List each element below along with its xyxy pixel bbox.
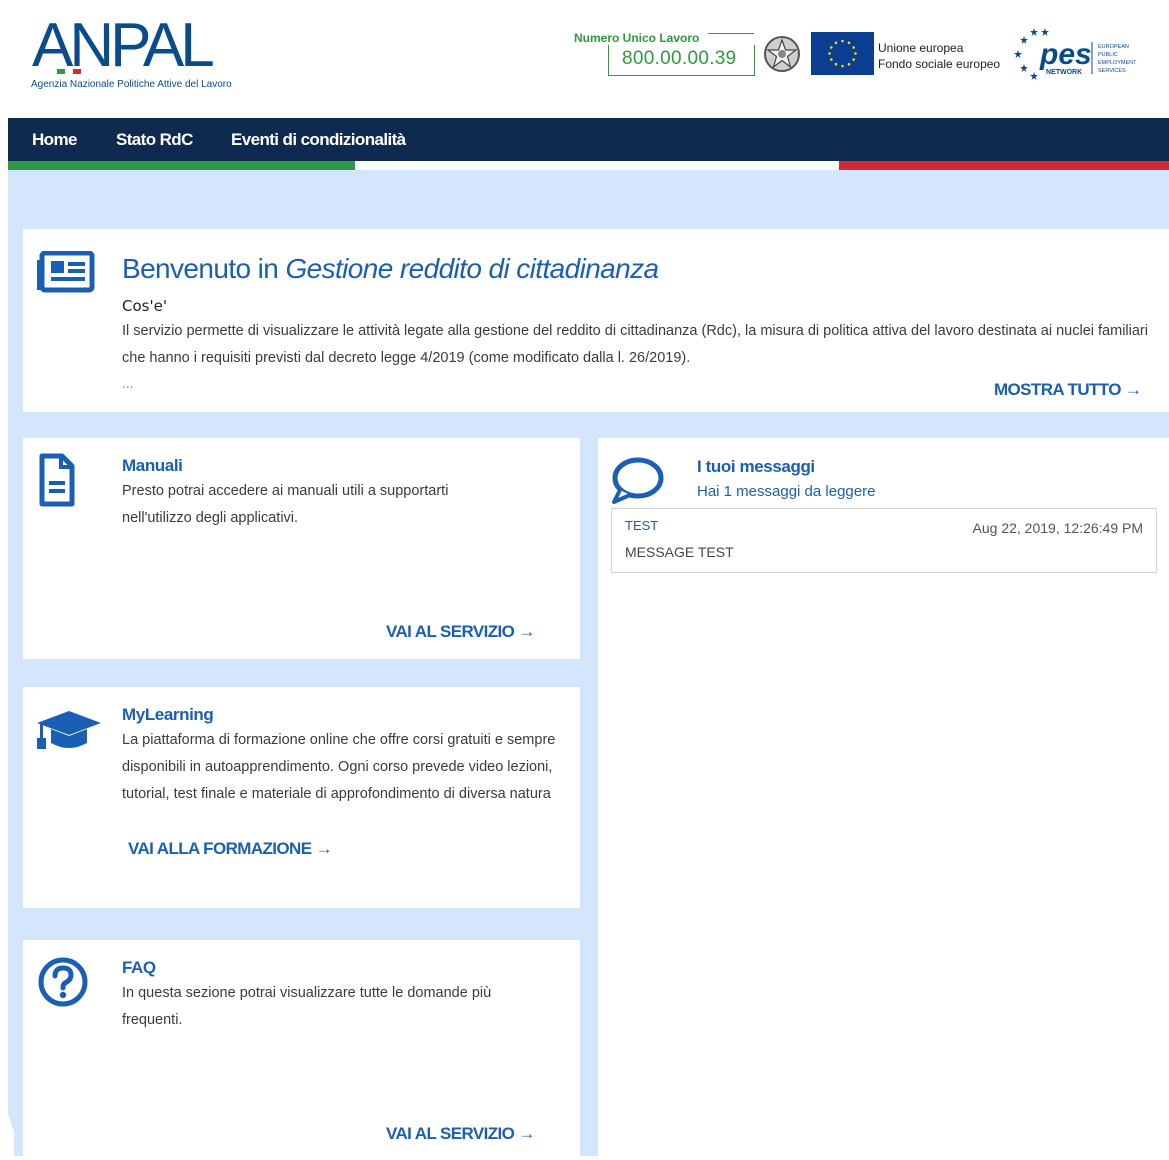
mylearning-description: La piattaforma di formazione online che … — [122, 732, 556, 802]
message-body: MESSAGE TEST — [625, 544, 734, 560]
mostra-tutto-link[interactable]: MOSTRA TUTTO → — [994, 380, 1142, 400]
mylearning-title: MyLearning — [122, 705, 214, 724]
eu-line-2: Fondo sociale europeo — [878, 57, 1001, 71]
message-subject: TEST — [625, 518, 659, 533]
messages-card: I tuoi messaggi Hai 1 messaggi da legger… — [598, 438, 1169, 1156]
nav-stato-rdc[interactable]: Stato RdC — [116, 130, 193, 150]
welcome-title: Benvenuto in Gestione reddito di cittadi… — [122, 253, 659, 285]
message-date: Aug 22, 2019, 12:26:49 PM — [972, 520, 1143, 536]
welcome-description: Il servizio permette di visualizzare le … — [122, 323, 1148, 366]
numero-frame-line — [708, 33, 754, 34]
eu-label: Unione europea Fondo sociale europeo — [878, 40, 1000, 72]
manuali-title: Manuali — [122, 456, 183, 475]
pes-logo-text: pes — [1039, 38, 1092, 71]
welcome-card: Benvenuto in Gestione reddito di cittadi… — [23, 229, 1169, 412]
logo-letters: ANPAL — [32, 12, 213, 76]
tricolore-white — [355, 161, 839, 170]
welcome-title-service: Gestione reddito di cittadinanza — [285, 253, 659, 284]
welcome-subtitle: Cos'e' — [122, 297, 167, 315]
question-mark-icon — [37, 956, 89, 1012]
manuali-card: Manuali Presto potrai accedere ai manual… — [23, 438, 580, 659]
faq-description: In questa sezione potrai visualizzare tu… — [122, 985, 492, 1028]
messages-title: I tuoi messaggi — [697, 457, 815, 476]
faq-vai-al-servizio-link[interactable]: VAI AL SERVIZIO → — [386, 1124, 535, 1144]
vai-alla-formazione-link[interactable]: VAI ALLA FORMAZIONE → — [128, 839, 333, 859]
faq-card: FAQ In questa sezione potrai visualizzar… — [23, 940, 580, 1156]
eu-flag-icon — [811, 32, 874, 75]
document-icon — [38, 452, 76, 514]
anpal-logo[interactable]: ANPAL Agenzia Nazionale Politiche Attive… — [30, 12, 290, 92]
nav-home[interactable]: Home — [32, 130, 77, 150]
newspaper-icon — [37, 250, 95, 297]
welcome-ellipsis: ... — [122, 377, 134, 391]
pes-side-4: SERVICES — [1098, 68, 1126, 74]
speech-bubble-icon — [610, 456, 666, 510]
manuali-vai-al-servizio-link[interactable]: VAI AL SERVIZIO → — [386, 622, 535, 642]
tricolore-red — [839, 161, 1169, 170]
svg-text:EUROPEAN PUBLIC: EUROPEAN PUBLIC EMPLOYMENT SERVICES — [1098, 44, 1138, 74]
message-item[interactable]: TEST Aug 22, 2019, 12:26:49 PM MESSAGE T… — [611, 508, 1157, 573]
numero-label: Numero Unico Lavoro — [574, 31, 700, 45]
italian-emblem-icon — [762, 32, 802, 76]
main-nav: Home Stato RdC Eventi di condizionalità — [8, 118, 1169, 161]
numero-value: 800.00.00.39 — [622, 48, 737, 69]
tricolore-green — [8, 161, 355, 170]
tricolore-bar — [8, 161, 1169, 170]
faq-title: FAQ — [122, 958, 156, 977]
pes-side-2: PUBLIC — [1098, 52, 1118, 58]
graduation-cap-icon — [35, 709, 103, 757]
mylearning-card: MyLearning La piattaforma di formazione … — [23, 687, 580, 908]
pes-network-logo[interactable]: pes NETWORK EUROPEAN PUBLIC EMPLOYMENT S… — [1012, 26, 1162, 82]
welcome-title-prefix: Benvenuto in — [122, 253, 286, 284]
pes-network-text: NETWORK — [1046, 69, 1082, 76]
site-header: ANPAL Agenzia Nazionale Politiche Attive… — [0, 0, 1169, 118]
nav-eventi-condizionalita[interactable]: Eventi di condizionalità — [231, 130, 406, 150]
manuali-description: Presto potrai accedere ai manuali utili … — [122, 483, 449, 526]
logo-subtitle: Agenzia Nazionale Politiche Attive del L… — [31, 79, 232, 90]
eu-line-1: Unione europea — [878, 41, 964, 55]
pes-side-1: EUROPEAN — [1098, 44, 1129, 50]
numero-unico-lavoro[interactable]: Numero Unico Lavoro 800.00.00.39 — [574, 31, 755, 77]
messages-unread-count: Hai 1 messaggi da leggere — [697, 483, 876, 500]
pes-side-3: EMPLOYMENT — [1098, 60, 1137, 66]
anpal-logo-mark: ANPAL — [32, 12, 217, 76]
